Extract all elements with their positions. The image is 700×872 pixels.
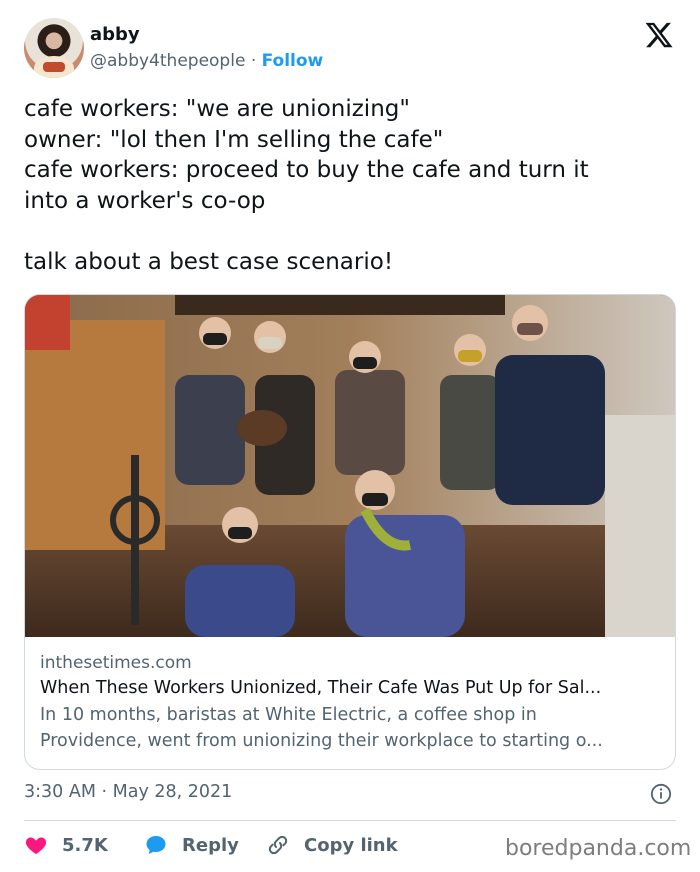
divider (24, 820, 676, 821)
tweet-header: abby @abby4thepeople · Follow (24, 18, 676, 80)
copy-link-button[interactable]: Copy link (266, 830, 398, 860)
follow-button[interactable]: Follow (262, 51, 324, 71)
author-handle[interactable]: @abby4thepeople (90, 51, 245, 71)
reply-bubble-icon (146, 836, 166, 854)
avatar-shirt-print (43, 62, 65, 72)
avatar[interactable] (24, 18, 84, 78)
link-card-domain[interactable]: inthesetimes.com (40, 651, 665, 675)
separator-dot: · (250, 51, 257, 71)
copy-link-label: Copy link (304, 834, 398, 856)
tweet-timestamp[interactable]: 3:30 AM · May 28, 2021 (24, 782, 232, 802)
link-card-title[interactable]: When These Workers Unionized, Their Cafe… (40, 675, 665, 702)
link-card-description-line2: Providence, went from unionizing their w… (40, 731, 603, 751)
x-logo-icon[interactable] (644, 20, 674, 50)
author-handle-row: @abby4thepeople · Follow (90, 51, 323, 71)
group-photo[interactable] (25, 295, 676, 637)
reply-label: Reply (182, 834, 239, 856)
author-name[interactable]: abby (90, 24, 140, 45)
info-icon[interactable] (650, 783, 672, 805)
link-card[interactable]: inthesetimes.com When These Workers Unio… (24, 294, 676, 770)
watermark: boredpanda.com (505, 836, 692, 861)
heart-icon (25, 837, 47, 854)
link-card-meta: inthesetimes.com When These Workers Unio… (40, 651, 665, 754)
like-count: 5.7K (62, 834, 108, 856)
tweet-text: cafe workers: "we are unionizing" owner:… (24, 96, 589, 275)
like-button[interactable]: 5.7K (24, 830, 108, 860)
reply-button[interactable]: Reply (144, 830, 239, 860)
link-icon (268, 835, 288, 855)
link-card-description-line1: In 10 months, baristas at White Electric… (40, 705, 537, 725)
